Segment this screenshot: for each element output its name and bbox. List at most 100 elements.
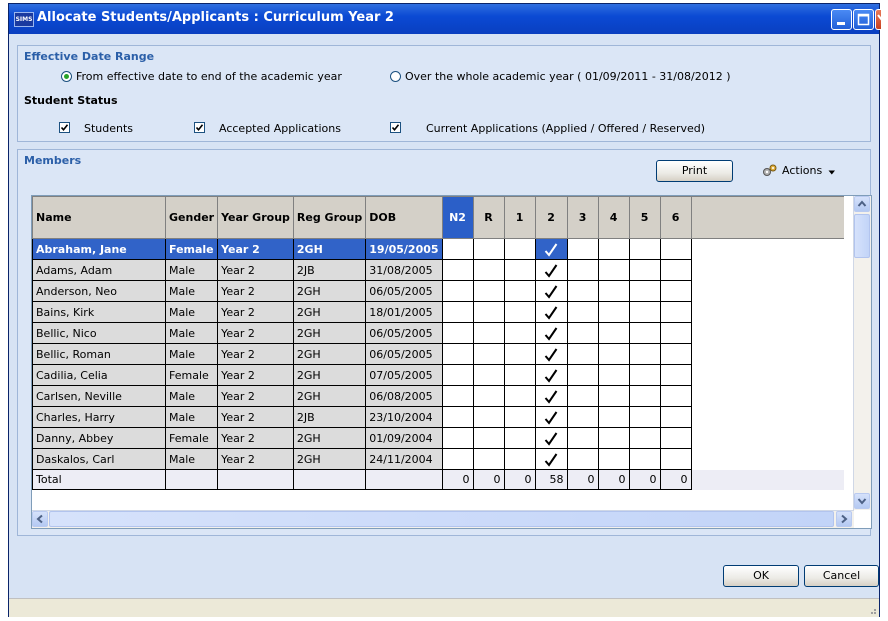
cell-gender[interactable]: Male — [164, 322, 219, 344]
allocation-cell-2[interactable] — [534, 343, 568, 365]
allocation-cell-r[interactable] — [472, 406, 505, 428]
allocation-cell-1[interactable] — [503, 301, 536, 323]
allocation-cell-1[interactable] — [503, 343, 536, 365]
allocation-cell-r[interactable] — [472, 385, 505, 407]
vertical-scrollbar[interactable] — [853, 196, 871, 510]
accepted-applications-checkbox[interactable] — [194, 122, 205, 133]
resize-grip-icon[interactable] — [867, 605, 877, 615]
allocation-cell-3[interactable] — [566, 364, 599, 386]
scroll-left-button[interactable] — [32, 511, 48, 527]
allocation-cell-4[interactable] — [597, 364, 630, 386]
allocation-cell-5[interactable] — [628, 280, 661, 302]
allocation-cell-6[interactable] — [659, 385, 692, 407]
cell-year-group[interactable]: Year 2 — [217, 280, 294, 302]
cell-name[interactable]: Anderson, Neo — [32, 280, 166, 302]
allocation-cell-n2[interactable] — [441, 448, 474, 470]
cell-year-group[interactable]: Year 2 — [217, 259, 294, 281]
column-header-year-5[interactable]: 5 — [628, 196, 661, 239]
table-row[interactable]: Carlsen, Neville Male Year 2 2GH 06/08/2005 — [32, 385, 845, 407]
maximize-button[interactable] — [853, 9, 874, 30]
allocation-cell-4[interactable] — [597, 322, 630, 344]
allocation-cell-5[interactable] — [628, 448, 661, 470]
allocation-cell-n2[interactable] — [441, 301, 474, 323]
title-bar[interactable]: SIMS Allocate Students/Applicants : Curr… — [9, 4, 882, 34]
cell-year-group[interactable]: Year 2 — [217, 385, 294, 407]
cell-dob[interactable]: 01/09/2004 — [365, 427, 443, 449]
allocation-cell-3[interactable] — [566, 427, 599, 449]
allocation-cell-n2[interactable] — [441, 259, 474, 281]
minimize-button[interactable] — [831, 9, 852, 30]
cell-gender[interactable]: Male — [164, 406, 219, 428]
allocation-cell-n2[interactable] — [441, 280, 474, 302]
cell-gender[interactable]: Male — [164, 343, 219, 365]
cell-year-group[interactable]: Year 2 — [217, 301, 294, 323]
cell-reg-group[interactable]: 2GH — [292, 280, 367, 302]
cell-reg-group[interactable]: 2GH — [292, 322, 367, 344]
column-header-year-4[interactable]: 4 — [597, 196, 630, 239]
column-header-year-3[interactable]: 3 — [566, 196, 599, 239]
allocation-cell-3[interactable] — [566, 259, 599, 281]
cell-year-group[interactable]: Year 2 — [217, 238, 294, 260]
allocation-cell-3[interactable] — [566, 322, 599, 344]
column-header-reg-group[interactable]: Reg Group — [292, 196, 367, 239]
table-row[interactable]: Bellic, Nico Male Year 2 2GH 06/05/2005 — [32, 322, 845, 344]
allocation-cell-4[interactable] — [597, 427, 630, 449]
allocation-cell-5[interactable] — [628, 238, 661, 260]
cell-name[interactable]: Danny, Abbey — [32, 427, 166, 449]
allocation-cell-4[interactable] — [597, 238, 630, 260]
column-header-name[interactable]: Name — [32, 196, 166, 239]
cell-reg-group[interactable]: 2GH — [292, 343, 367, 365]
cell-year-group[interactable]: Year 2 — [217, 364, 294, 386]
column-header-dob[interactable]: DOB — [365, 196, 443, 239]
cell-name[interactable]: Cadilia, Celia — [32, 364, 166, 386]
allocation-cell-2[interactable] — [534, 385, 568, 407]
whole-year-radio[interactable] — [390, 71, 401, 82]
cell-name[interactable]: Daskalos, Carl — [32, 448, 166, 470]
allocation-cell-6[interactable] — [659, 238, 692, 260]
cell-dob[interactable]: 06/05/2005 — [365, 322, 443, 344]
allocation-cell-r[interactable] — [472, 259, 505, 281]
allocation-cell-6[interactable] — [659, 322, 692, 344]
allocation-cell-5[interactable] — [628, 301, 661, 323]
current-applications-label[interactable]: Current Applications (Applied / Offered … — [426, 122, 705, 135]
cell-reg-group[interactable]: 2GH — [292, 448, 367, 470]
allocation-cell-n2[interactable] — [441, 427, 474, 449]
cell-name[interactable]: Charles, Harry — [32, 406, 166, 428]
column-header-gender[interactable]: Gender — [164, 196, 219, 239]
cell-reg-group[interactable]: 2JB — [292, 406, 367, 428]
cell-name[interactable]: Abraham, Jane — [32, 238, 166, 260]
table-row[interactable]: Cadilia, Celia Female Year 2 2GH 07/05/2005 — [32, 364, 845, 386]
cell-reg-group[interactable]: 2JB — [292, 259, 367, 281]
allocation-cell-2[interactable] — [534, 448, 568, 470]
allocation-cell-4[interactable] — [597, 406, 630, 428]
allocation-cell-r[interactable] — [472, 343, 505, 365]
horizontal-scrollbar[interactable] — [32, 510, 854, 528]
allocation-cell-4[interactable] — [597, 343, 630, 365]
allocation-cell-6[interactable] — [659, 280, 692, 302]
allocation-cell-4[interactable] — [597, 385, 630, 407]
allocation-cell-r[interactable] — [472, 238, 505, 260]
allocation-cell-r[interactable] — [472, 364, 505, 386]
students-label[interactable]: Students — [84, 122, 133, 135]
allocation-cell-r[interactable] — [472, 448, 505, 470]
allocation-cell-1[interactable] — [503, 406, 536, 428]
allocation-cell-6[interactable] — [659, 301, 692, 323]
cancel-button[interactable]: Cancel — [804, 565, 879, 587]
allocation-cell-2[interactable] — [534, 406, 568, 428]
allocation-cell-n2[interactable] — [441, 238, 474, 260]
cell-reg-group[interactable]: 2GH — [292, 427, 367, 449]
cell-year-group[interactable]: Year 2 — [217, 322, 294, 344]
allocation-cell-r[interactable] — [472, 301, 505, 323]
allocation-cell-n2[interactable] — [441, 406, 474, 428]
allocation-cell-2[interactable] — [534, 259, 568, 281]
close-button[interactable] — [875, 9, 882, 30]
cell-dob[interactable]: 24/11/2004 — [365, 448, 443, 470]
allocation-cell-2[interactable] — [534, 280, 568, 302]
table-row[interactable]: Charles, Harry Male Year 2 2JB 23/10/2004 — [32, 406, 845, 428]
allocation-cell-5[interactable] — [628, 385, 661, 407]
cell-dob[interactable]: 19/05/2005 — [365, 238, 443, 260]
horizontal-scroll-thumb[interactable] — [49, 511, 834, 527]
allocation-cell-1[interactable] — [503, 259, 536, 281]
cell-name[interactable]: Bains, Kirk — [32, 301, 166, 323]
cell-gender[interactable]: Male — [164, 385, 219, 407]
